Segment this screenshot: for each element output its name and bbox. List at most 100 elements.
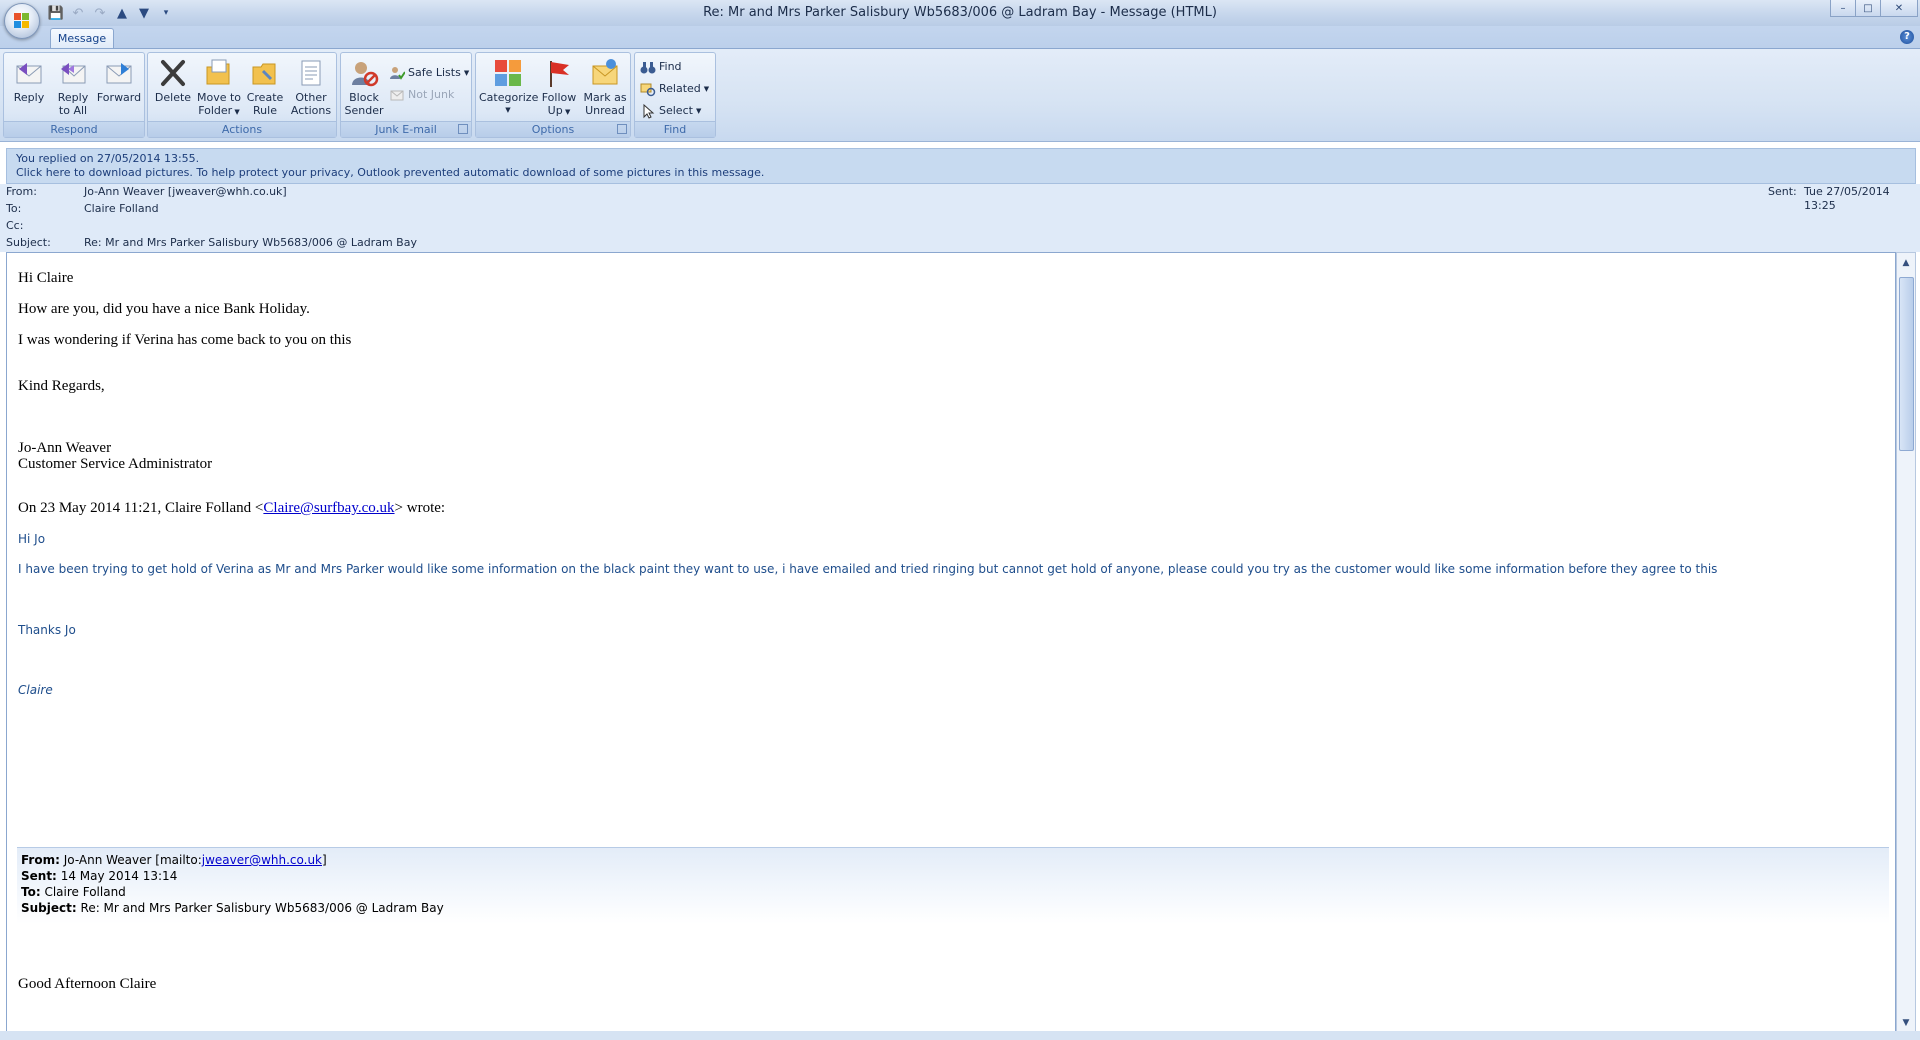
unread-mail-icon [592,59,618,85]
window-controls: – □ ✕ [1830,0,1918,17]
forward-button[interactable]: Forward [96,57,142,119]
dropdown-arrow-icon: ▼ [232,108,240,116]
fwd-from-value: Jo-Ann Weaver [mailto: [63,853,202,867]
create-rule-label-2: Rule [253,104,277,117]
group-respond: Reply Reply to All Forward Respond [3,52,145,138]
to-value[interactable]: Claire Folland [84,202,159,216]
scroll-down-arrow-icon[interactable]: ▼ [1897,1015,1915,1031]
folder-icon [206,59,230,85]
reply-all-button[interactable]: Reply to All [52,57,94,119]
signature-name: Jo-Ann Weaver [18,440,112,456]
download-pictures-notice[interactable]: Click here to download pictures. To help… [7,166,1915,180]
follow-up-label-1: Follow [541,91,577,104]
delete-button[interactable]: Delete [152,57,194,119]
dialog-launcher-icon[interactable] [617,124,627,134]
reply-button[interactable]: Reply [8,57,50,119]
dropdown-arrow-icon: ▼ [695,107,702,115]
greeting: Hi Claire [18,270,74,286]
close-button[interactable]: ✕ [1880,0,1918,17]
fwd-from-row: From: Jo-Ann Weaver [mailto:jweaver@whh.… [21,852,327,868]
related-icon [640,83,656,97]
replied-notice: You replied on 27/05/2014 13:55. [16,152,200,165]
sent-value: Tue 27/05/2014 13:25 [1804,185,1890,212]
quote-intro-text: On 23 May 2014 11:21, Claire Folland < [18,500,264,516]
create-rule-icon [252,63,276,85]
fwd-subject-row: Subject: Re: Mr and Mrs Parker Salisbury… [21,900,444,916]
vertical-scrollbar[interactable]: ▲ ▼ [1896,252,1916,1032]
office-logo-icon [14,13,29,28]
mark-as-unread-label-2: Unread [585,104,625,117]
related-button[interactable]: Related ▼ [640,79,709,99]
to-label: To: [6,202,22,215]
reply-all-label-2: to All [58,104,88,117]
help-icon[interactable]: ? [1900,30,1914,44]
message-body[interactable]: Hi Claire How are you, did you have a ni… [6,252,1896,1032]
not-junk-icon [390,90,404,101]
not-junk-button[interactable]: Not Junk [389,85,454,105]
fwd-sent-label: Sent: [21,869,57,883]
find-label: Find [659,60,682,73]
quoted-greeting: Hi Jo [18,532,46,546]
categorize-button[interactable]: Categorize ▼ [479,57,538,119]
move-to-folder-button[interactable]: Move to Folder ▼ [196,57,242,119]
group-junk-email-label: Junk E-mail [341,121,471,137]
scroll-thumb[interactable] [1899,277,1914,451]
group-respond-label: Respond [4,121,144,137]
block-sender-icon [352,62,379,87]
select-button[interactable]: Select ▼ [640,101,701,121]
maximize-button[interactable]: □ [1855,0,1881,17]
cc-label: Cc: [6,219,24,232]
block-sender-button[interactable]: Block Sender [343,57,385,119]
mark-as-unread-label-1: Mark as [583,91,627,104]
fwd-from-close: ] [322,853,327,867]
from-value[interactable]: Jo-Ann Weaver [jweaver@whh.co.uk] [84,185,287,199]
fwd-to-row: To: Claire Folland [21,884,126,900]
info-bar[interactable]: You replied on 27/05/2014 13:55. Click h… [6,148,1916,184]
dropdown-arrow-icon: ▼ [505,106,511,114]
signature-title: Customer Service Administrator [18,456,213,472]
ribbon: Reply Reply to All Forward Respond Delet… [0,48,1920,142]
related-label: Related [659,82,701,95]
group-actions-label: Actions [148,121,336,137]
forward-icon [106,63,132,84]
block-sender-label-1: Block [349,91,379,104]
fwd-subject-value: Re: Mr and Mrs Parker Salisbury Wb5683/0… [80,901,444,915]
fwd-to-label: To: [21,885,41,899]
fwd-sent-value: 14 May 2014 13:14 [60,869,178,883]
office-button[interactable] [4,3,40,39]
title-bar: 💾 ↶ ↷ ▲ ▼ ▾ Re: Mr and Mrs Parker Salisb… [0,0,1920,27]
fwd-sent-row: Sent: 14 May 2014 13:14 [21,868,177,884]
reply-icon [16,63,42,84]
fwd-subject-label: Subject: [21,901,77,915]
fwd-email-link[interactable]: jweaver@whh.co.uk [202,853,322,867]
email-link[interactable]: Claire@surfbay.co.uk [263,500,394,516]
body-line-2: I was wondering if Verina has come back … [18,332,352,348]
ribbon-tab-strip: Message ? [0,26,1920,49]
find-button[interactable]: Find [640,57,682,77]
block-sender-label-2: Sender [344,104,384,117]
safe-lists-button[interactable]: Safe Lists ▼ [389,63,469,83]
dialog-launcher-icon[interactable] [458,124,468,134]
from-label: From: [6,185,37,198]
create-rule-button[interactable]: Create Rule [244,57,286,119]
forwarded-header: From: Jo-Ann Weaver [mailto:jweaver@whh.… [17,847,1889,924]
follow-up-button[interactable]: Follow Up ▼ [538,57,580,119]
minimize-button[interactable]: – [1830,0,1856,17]
good-afternoon: Good Afternoon Claire [18,976,157,992]
move-label-2: Folder ▼ [198,104,240,117]
reply-all-label-1: Reply [57,91,89,104]
delete-label: Delete [154,91,192,104]
dropdown-arrow-icon: ▼ [562,108,571,116]
other-actions-button[interactable]: Other Actions ▼ [288,57,334,131]
status-bar [0,1031,1920,1040]
body-line-1: How are you, did you have a nice Bank Ho… [18,301,310,317]
scroll-up-arrow-icon[interactable]: ▲ [1897,255,1915,271]
sent-label: Sent: [1768,185,1797,198]
message-header: From: Jo-Ann Weaver [jweaver@whh.co.uk] … [0,184,1920,252]
tab-message[interactable]: Message [50,28,114,49]
select-label: Select [659,104,693,117]
fwd-from-label: From: [21,853,60,867]
group-actions: Delete Move to Folder ▼ Create Rule Othe… [147,52,337,138]
mark-as-unread-button[interactable]: Mark as Unread [582,57,628,119]
reply-label: Reply [13,91,45,104]
